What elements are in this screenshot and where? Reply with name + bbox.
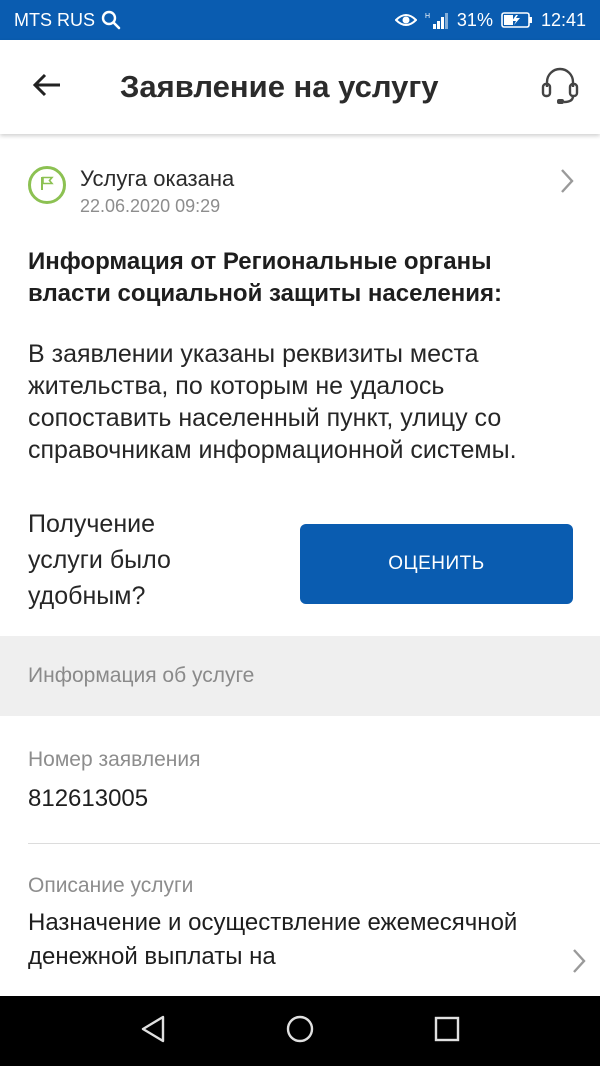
nav-back-button[interactable] — [123, 1001, 183, 1061]
status-circle — [28, 166, 66, 204]
svg-text:H: H — [425, 13, 430, 20]
signal-icon: H — [425, 11, 449, 29]
status-bar-left: MTS RUS — [14, 10, 121, 31]
triangle-back-icon — [139, 1014, 167, 1049]
nav-recents-button[interactable] — [417, 1001, 477, 1061]
system-nav-bar — [0, 996, 600, 1066]
clock-time: 12:41 — [540, 9, 586, 30]
eye-icon — [394, 12, 417, 28]
info-text: В заявлении указаны реквизиты места жите… — [28, 340, 517, 464]
info-heading: Информация от Региональные органы власти… — [28, 248, 502, 307]
circle-home-icon — [285, 1014, 315, 1049]
search-icon — [101, 10, 121, 30]
service-description-field[interactable]: Описание услуги Назначение и осуществлен… — [0, 844, 600, 974]
carrier-name: MTS RUS — [14, 9, 95, 30]
headset-icon — [540, 65, 580, 110]
square-recents-icon — [434, 1016, 460, 1047]
service-status-row[interactable]: Услуга оказана 22.06.2020 09:29 — [0, 134, 600, 230]
status-bar-right: H 31% 12:41 — [394, 9, 586, 31]
battery-percent: 31% — [456, 9, 493, 30]
content-area: Услуга оказана 22.06.2020 09:29 Информац… — [0, 134, 600, 996]
status-title: Услуга оказана — [80, 166, 235, 191]
back-button[interactable] — [0, 40, 94, 134]
rating-question: Получение услуги было удобным? — [28, 510, 171, 610]
rate-button[interactable]: ОЦЕНИТЬ — [300, 524, 573, 604]
service-description-value: Назначение и осуществление ежемесячной д… — [28, 909, 518, 970]
nav-home-button[interactable] — [270, 1001, 330, 1061]
status-bar: MTS RUS H 31% 12:41 — [0, 0, 600, 40]
section-header-service-info: Информация об услуге — [0, 636, 600, 716]
page-title: Заявление на услугу — [120, 69, 439, 104]
application-number-label: Номер заявления — [28, 748, 201, 771]
rating-row: Получение услуги было удобным? ОЦЕНИТЬ — [0, 506, 600, 636]
status-date: 22.06.2020 09:29 — [80, 196, 221, 216]
application-number-field: Номер заявления 812613005 — [28, 716, 600, 844]
service-description-label: Описание услуги — [28, 874, 194, 897]
support-button[interactable] — [520, 40, 600, 134]
flag-icon — [39, 175, 55, 196]
battery-icon — [501, 12, 533, 28]
chevron-right-icon — [572, 948, 586, 979]
chevron-right-icon — [560, 168, 574, 199]
app-bar: Заявление на услугу — [0, 40, 600, 134]
application-number-value: 812613005 — [28, 785, 149, 812]
arrow-left-icon — [32, 72, 62, 103]
